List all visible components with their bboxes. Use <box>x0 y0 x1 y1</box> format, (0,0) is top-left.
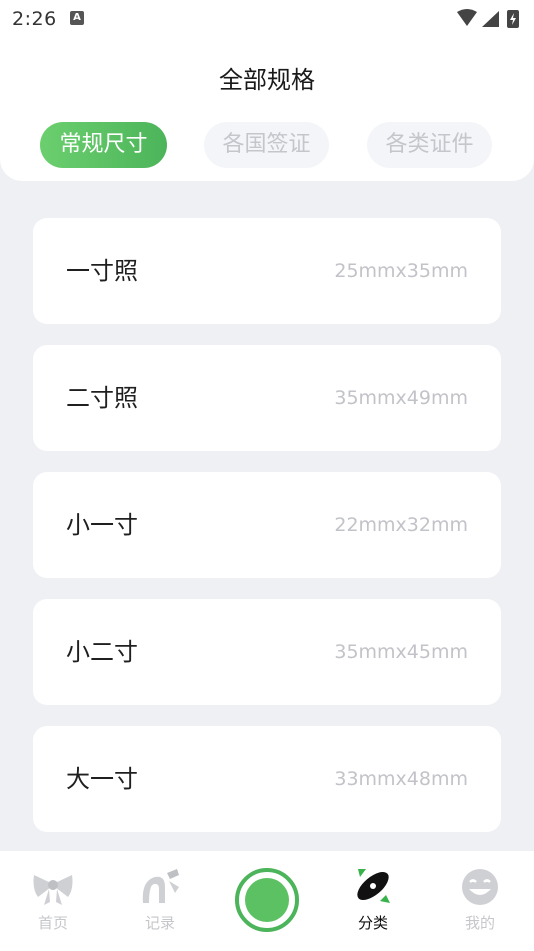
spec-size: 35mmx45mm <box>334 641 468 663</box>
spec-size: 33mmx48mm <box>334 768 468 790</box>
spec-name: 二寸照 <box>66 384 138 412</box>
bow-icon <box>33 875 73 905</box>
tab-visa[interactable]: 各国签证 <box>204 122 329 168</box>
bottom-nav: 首页 记录 分类 我的 <box>0 851 534 951</box>
page-title: 全部规格 <box>219 66 315 94</box>
nav-home-label: 首页 <box>37 914 68 932</box>
spec-size: 25mmx35mm <box>334 260 468 282</box>
profile-face-icon <box>462 869 498 905</box>
status-time: 2:26 <box>12 8 57 30</box>
wifi-icon <box>457 9 477 26</box>
spec-name: 一寸照 <box>66 257 138 285</box>
camera-shutter-button[interactable] <box>234 867 300 933</box>
spec-size: 35mmx49mm <box>334 387 468 409</box>
nav-records-label: 记录 <box>144 914 175 932</box>
tab-documents[interactable]: 各类证件 <box>367 122 492 168</box>
spec-name: 大一寸 <box>66 765 138 793</box>
nav-profile-label: 我的 <box>464 914 495 932</box>
spec-size: 22mmx32mm <box>334 514 468 536</box>
nav-profile[interactable]: 我的 <box>435 851 525 951</box>
notification-a-icon: A <box>70 11 84 25</box>
spec-card[interactable]: 二寸照 35mmx49mm <box>33 345 501 451</box>
status-icons <box>457 9 519 28</box>
nav-category-label: 分类 <box>357 914 388 932</box>
spec-name: 小一寸 <box>66 511 138 539</box>
nav-category[interactable]: 分类 <box>328 851 418 951</box>
signal-icon <box>482 11 499 27</box>
status-bar: 2:26 A <box>0 0 534 40</box>
spec-card[interactable]: 小一寸 22mmx32mm <box>33 472 501 578</box>
nav-records[interactable]: 记录 <box>115 851 205 951</box>
record-icon <box>142 869 179 903</box>
spec-card[interactable]: 大一寸 33mmx48mm <box>33 726 501 832</box>
header: 全部规格 常规尺寸 各国签证 各类证件 <box>0 40 534 181</box>
category-icon <box>357 869 390 903</box>
nav-home[interactable]: 首页 <box>8 851 98 951</box>
spec-card[interactable]: 小二寸 35mmx45mm <box>33 599 501 705</box>
spec-name: 小二寸 <box>66 638 138 666</box>
spec-card[interactable]: 一寸照 25mmx35mm <box>33 218 501 324</box>
tab-regular-size[interactable]: 常规尺寸 <box>40 122 167 168</box>
